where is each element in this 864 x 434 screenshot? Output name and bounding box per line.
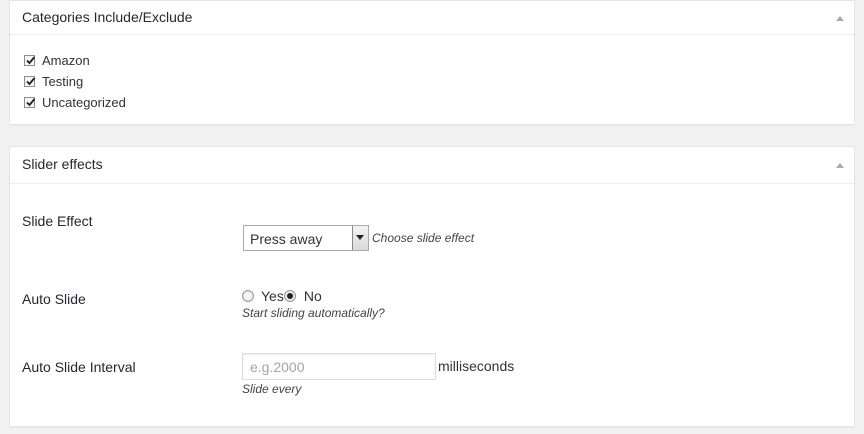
auto-slide-yes-radio[interactable] (242, 290, 254, 302)
auto-slide-label: Auto Slide (22, 291, 86, 307)
category-label: Testing (42, 73, 84, 89)
chevron-down-icon (356, 235, 364, 240)
auto-slide-interval-input[interactable] (242, 353, 436, 380)
checkbox-testing[interactable] (24, 75, 36, 87)
slide-effect-description: Choose slide effect (372, 231, 475, 245)
auto-slide-description: Start sliding automatically? (242, 306, 385, 320)
categories-title: Categories Include/Exclude (22, 9, 193, 25)
checkmark-icon (26, 76, 36, 85)
triangle-up-icon[interactable] (834, 158, 846, 170)
category-label: Uncategorized (42, 94, 126, 110)
select-dropdown-button[interactable] (352, 226, 368, 250)
category-testing[interactable]: Testing (24, 73, 83, 89)
auto-slide-interval-label: Auto Slide Interval (22, 359, 136, 375)
categories-postbox: Categories Include/Exclude Amazon Testin… (9, 0, 855, 125)
slider-effects-postbox: Slider effects Slide Effect Press away C… (9, 146, 855, 427)
auto-slide-no-radio[interactable] (283, 290, 296, 302)
auto-slide-yes-label[interactable]: Yes (261, 288, 284, 304)
checkbox-uncategorized[interactable] (24, 96, 36, 108)
category-label: Amazon (42, 52, 90, 68)
triangle-up-icon[interactable] (834, 11, 846, 23)
auto-slide-radio-group: Yes No (242, 288, 322, 304)
slider-effects-title: Slider effects (22, 156, 103, 172)
slide-effect-label: Slide Effect (22, 213, 93, 229)
auto-slide-interval-unit: milliseconds (438, 358, 515, 374)
checkmark-icon (26, 97, 36, 106)
checkmark-icon (26, 55, 36, 64)
auto-slide-interval-description: Slide every (242, 382, 302, 396)
slider-effects-header[interactable]: Slider effects (10, 147, 854, 184)
category-amazon[interactable]: Amazon (24, 52, 90, 68)
auto-slide-no-label[interactable]: No (304, 288, 322, 304)
category-uncategorized[interactable]: Uncategorized (24, 94, 126, 110)
slide-effect-selected: Press away (250, 231, 323, 247)
categories-header[interactable]: Categories Include/Exclude (10, 1, 854, 35)
slide-effect-select[interactable]: Press away (243, 225, 369, 251)
checkbox-amazon[interactable] (24, 54, 36, 66)
